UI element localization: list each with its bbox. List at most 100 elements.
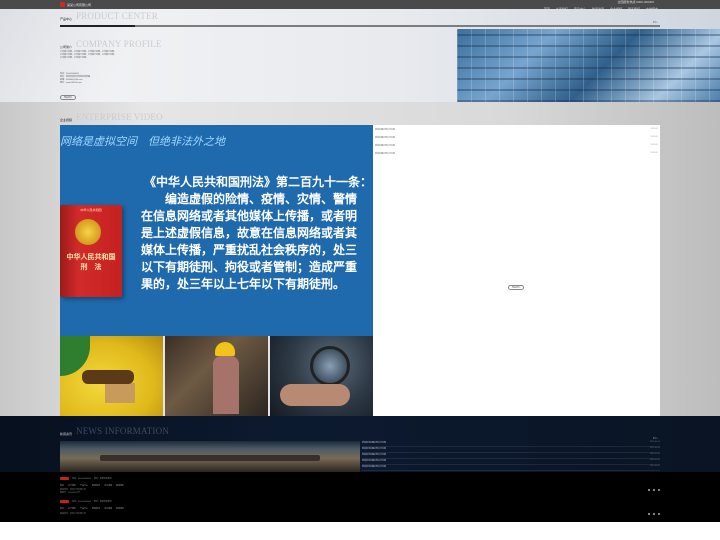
footer-logo-icon [60, 500, 69, 503]
logo[interactable]: 某某公司有限公司 [60, 2, 96, 7]
product-tab[interactable] [285, 25, 360, 27]
page-bottom [0, 522, 720, 540]
law-heading: 《中华人民共和国刑法》第二百九十一条： [144, 175, 373, 189]
news-item-date: 2021-01-01 [649, 465, 660, 467]
footer-nav-item[interactable]: 新闻资讯 [92, 507, 100, 510]
magnifier-shape [310, 346, 350, 386]
video-thumbnail[interactable] [165, 336, 268, 416]
logo-text: 某某公司有限公司 [67, 2, 92, 7]
panel-item[interactable]: 新闻标题示例文字内容 [375, 128, 395, 131]
enterprise-video-title: 企业视频 ENTERPRISE VIDEO [60, 112, 163, 122]
news-item-title: 新闻资讯标题示例文字内容 [362, 454, 387, 456]
social-icon[interactable] [653, 489, 655, 491]
company-profile-title-cn: 公司简介 [60, 45, 73, 49]
social-icon[interactable] [648, 513, 650, 515]
product-tab[interactable] [60, 25, 135, 27]
footer-nav-item[interactable]: 产品中心 [80, 484, 88, 487]
footer-nav-item[interactable]: 关于我们 [68, 484, 76, 487]
news-item-date: 2021-01-01 [649, 459, 660, 461]
news-item[interactable]: 新闻资讯标题示例文字内容 2021-01-01 [362, 465, 660, 471]
footer-phone: 电话：000-00000000 [72, 478, 91, 480]
product-tab[interactable] [435, 25, 510, 27]
video-more-button[interactable]: 查看更多 [508, 285, 524, 290]
panel-item-date: 2021-01 [650, 144, 658, 146]
news-more-link[interactable]: 更多+ [653, 437, 658, 440]
product-center-title-en: PRODUCT CENTER [76, 11, 158, 21]
footer-nav: 首页 关于我们 产品中心 新闻资讯 企业视频 联系我们 [60, 484, 124, 487]
news-item-date: 2021-01-01 [649, 447, 660, 449]
panel-item[interactable]: 新闻标题示例文字内容 [375, 144, 395, 147]
panel-item[interactable]: 新闻标题示例文字内容 [375, 152, 395, 155]
book-top-text: 中华人民共和国 [80, 208, 102, 212]
footer-nav-item[interactable]: 企业视频 [104, 484, 112, 487]
law-text: 编造虚假的险情、疫情、灾情、警情 在信息网络或者其他媒体上传播，或者明 是上述虚… [141, 192, 358, 291]
enterprise-video-title-en: ENTERPRISE VIDEO [76, 112, 163, 122]
news-item-title: 新闻资讯标题示例文字内容 [362, 442, 387, 444]
news-list: 新闻资讯标题示例文字内容 2021-01-01 新闻资讯标题示例文字内容 2021-… [362, 441, 660, 471]
footer-nav-item[interactable]: 首页 [60, 507, 64, 510]
footer-nav-item[interactable]: 首页 [60, 484, 64, 487]
video-player[interactable]: 网络是虚拟空间 但绝非法外之地 中华人民共和国 中华人民共和国 刑 法 《中华人… [60, 125, 373, 336]
footer-nav-item[interactable]: 产品中心 [80, 507, 88, 510]
product-tab[interactable] [510, 25, 585, 27]
footer-info-line: 备案号：000000000号 [60, 492, 81, 494]
product-tab[interactable] [210, 25, 285, 27]
ship-shape [100, 455, 320, 461]
footer-nav-item[interactable]: 联系我们 [116, 507, 124, 510]
page: 某某公司有限公司 全国服务热线 0000-000000 首页 关于我们 产品中心… [0, 0, 720, 540]
product-tab[interactable] [585, 25, 660, 27]
footer-nav-item[interactable]: 新闻资讯 [92, 484, 100, 487]
footer-nav-item[interactable]: 关于我们 [68, 507, 76, 510]
footer-nav-item[interactable]: 联系我们 [116, 484, 124, 487]
news-item-title: 新闻资讯标题示例文字内容 [362, 460, 387, 462]
footer-contact-row: 电话：000-00000000 地址：某某省某某市 [60, 477, 112, 480]
book-title: 中华人民共和国 刑 法 [66, 254, 116, 271]
news-image[interactable] [60, 441, 360, 472]
video-thumbnail[interactable] [270, 336, 373, 416]
panel-item-date: 2021-01 [650, 128, 658, 130]
worker-shape [213, 356, 239, 414]
footer-nav: 首页 关于我们 产品中心 新闻资讯 企业视频 联系我们 [60, 507, 124, 510]
footer-copyright: 版权所有：某某公司有限公司 [60, 513, 86, 516]
news-title-cn: 新闻资讯 [60, 432, 73, 436]
hand-shape [280, 384, 350, 406]
social-icon[interactable] [658, 513, 660, 515]
company-profile-text: 公司简介内容，公司简介内容，公司简介内容，公司简介内容，公司简介内容，公司简介内… [60, 51, 117, 59]
company-profile-title: 公司简介 COMPANY PROFILE [60, 39, 162, 49]
social-icon[interactable] [658, 489, 660, 491]
panel-item-date: 2021-01 [650, 136, 658, 138]
box-shape [105, 383, 135, 403]
news-item-title: 新闻资讯标题示例文字内容 [362, 448, 387, 450]
footer-address: 地址：某某省某某市 [93, 478, 112, 480]
news-item-date: 2021-01-01 [649, 453, 660, 455]
footer-phone: 电话：000-00000000 [72, 501, 91, 503]
footer-copyright: 版权所有：某某公司有限公司 备案号：000000000号 [60, 489, 86, 495]
company-profile-more-button[interactable]: 查看更多 [60, 95, 76, 100]
news-item-title: 新闻资讯标题示例文字内容 [362, 466, 387, 468]
video-thumbnails [60, 336, 373, 416]
video-thumbnail[interactable] [60, 336, 163, 416]
helmet-shape [215, 342, 235, 356]
footer-social [648, 513, 660, 515]
panel-item[interactable]: 新闻标题示例文字内容 [375, 136, 395, 139]
footer-contact-row: 电话：000-00000000 地址：某某省某某市 [60, 500, 112, 503]
product-center-title: 产品中心 PRODUCT CENTER [60, 11, 158, 21]
footer-address: 地址：某某省某某市 [93, 501, 112, 503]
product-tabs [60, 24, 660, 30]
product-tab[interactable] [360, 25, 435, 27]
contact-line: 网址：www.000000.com [60, 82, 82, 84]
enterprise-video-title-cn: 企业视频 [60, 118, 73, 122]
news-title-en: NEWS INFORMATION [76, 426, 169, 436]
product-tab[interactable] [135, 25, 210, 27]
social-icon[interactable] [648, 489, 650, 491]
footer-social [648, 489, 660, 491]
social-icon[interactable] [653, 513, 655, 515]
sunglasses-shape [82, 370, 134, 384]
news-item-date: 2021-01-01 [649, 441, 660, 443]
company-profile-title-en: COMPANY PROFILE [76, 39, 162, 49]
video-slogan: 网络是虚拟空间 但绝非法外之地 [60, 136, 225, 148]
company-contact-list: 电话：000-00000000 地址：某某省某某市某某区某某路 邮箱：00000… [60, 73, 90, 85]
footer-nav-item[interactable]: 企业视频 [104, 507, 112, 510]
video-info-panel: 新闻标题示例文字内容 2021-01 新闻标题示例文字内容 2021-01 新闻… [373, 125, 660, 416]
footer-logo-icon [60, 477, 69, 480]
